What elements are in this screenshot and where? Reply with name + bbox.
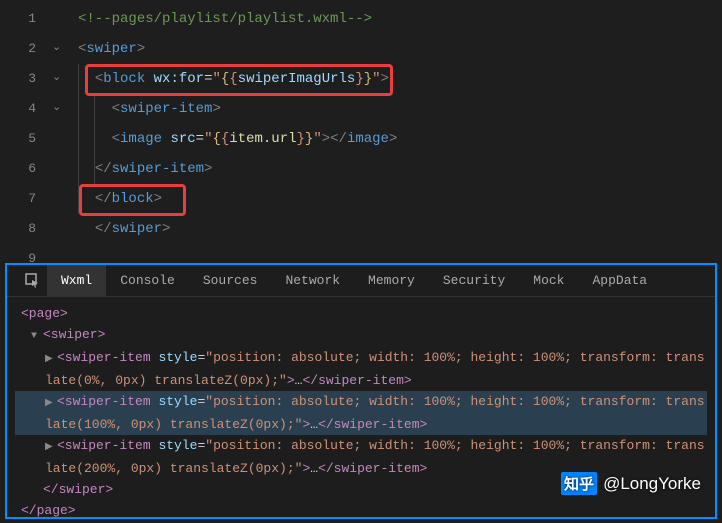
line-number: 7 xyxy=(0,184,36,214)
line-gutter: 1 2 3 4 5 6 7 8 9 xyxy=(0,0,50,263)
code-line[interactable]: </swiper-item> xyxy=(78,154,722,184)
watermark-text: @LongYorke xyxy=(603,474,701,494)
dom-node[interactable]: <page> xyxy=(15,303,707,324)
tab-appdata[interactable]: AppData xyxy=(579,265,662,297)
code-line[interactable]: </block> xyxy=(78,184,722,214)
tab-console[interactable]: Console xyxy=(106,265,189,297)
dom-node[interactable]: </page> xyxy=(15,500,707,521)
devtools-tabs: Wxml Console Sources Network Memory Secu… xyxy=(7,265,715,297)
zhihu-logo: 知乎 xyxy=(561,472,597,495)
code-line[interactable]: <swiper-item> xyxy=(78,94,722,124)
tab-network[interactable]: Network xyxy=(271,265,354,297)
line-number: 1 xyxy=(0,4,36,34)
line-number: 3 xyxy=(0,64,36,94)
caret-right-icon[interactable]: ▶ xyxy=(45,349,57,370)
code-line[interactable]: <!--pages/playlist/playlist.wxml--> xyxy=(78,4,722,34)
tab-memory[interactable]: Memory xyxy=(354,265,429,297)
caret-down-icon[interactable]: ▼ xyxy=(31,326,43,347)
dom-node[interactable]: ▶<swiper-item style="position: absolute;… xyxy=(15,347,707,391)
code-line[interactable]: <image src="{{item.url}}"></image> xyxy=(78,124,722,154)
line-number: 6 xyxy=(0,154,36,184)
dom-node[interactable]: ▶<swiper-item style="position: absolute;… xyxy=(15,391,707,435)
line-number: 8 xyxy=(0,214,36,244)
chevron-down-icon[interactable]: ⌄ xyxy=(52,40,61,54)
line-number: 4 xyxy=(0,94,36,124)
chevron-down-icon[interactable]: ⌄ xyxy=(52,70,61,84)
devtools-panel[interactable]: Wxml Console Sources Network Memory Secu… xyxy=(5,263,717,519)
tab-wxml[interactable]: Wxml xyxy=(47,265,106,297)
tab-sources[interactable]: Sources xyxy=(189,265,272,297)
chevron-down-icon[interactable]: ⌄ xyxy=(52,100,61,114)
watermark: 知乎 @LongYorke xyxy=(561,472,701,495)
code-area[interactable]: <!--pages/playlist/playlist.wxml--> <swi… xyxy=(78,0,722,263)
line-number: 2 xyxy=(0,34,36,64)
dom-node[interactable]: ▼<swiper> xyxy=(15,324,707,347)
code-line[interactable]: </swiper> xyxy=(78,214,722,244)
code-line[interactable]: <block wx:for="{{swiperImagUrls}}"> xyxy=(78,64,722,94)
line-number: 5 xyxy=(0,124,36,154)
tab-security[interactable]: Security xyxy=(429,265,519,297)
caret-right-icon[interactable]: ▶ xyxy=(45,437,57,458)
fold-column: ⌄ ⌄ ⌄ xyxy=(50,0,78,263)
inspect-icon[interactable] xyxy=(19,273,47,289)
caret-right-icon[interactable]: ▶ xyxy=(45,393,57,414)
code-line[interactable]: <swiper> xyxy=(78,34,722,64)
tab-mock[interactable]: Mock xyxy=(519,265,578,297)
code-editor[interactable]: 1 2 3 4 5 6 7 8 9 ⌄ ⌄ ⌄ <!--pages/playli… xyxy=(0,0,722,263)
